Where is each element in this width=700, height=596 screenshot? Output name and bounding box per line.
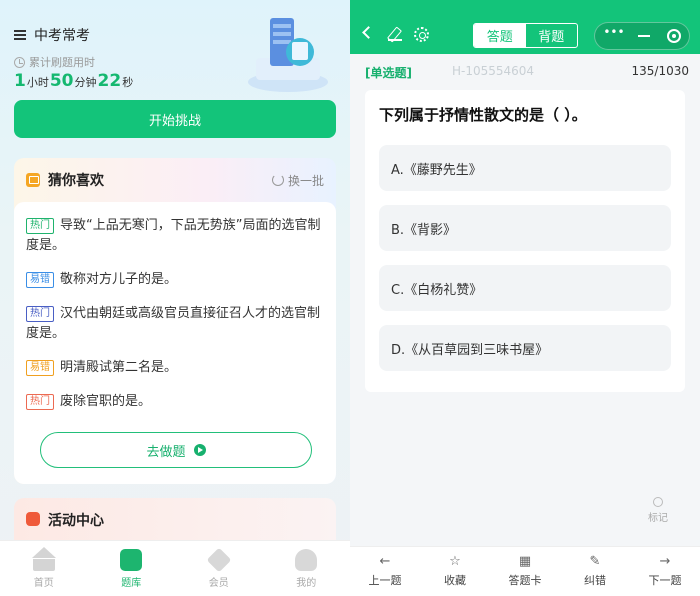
question-type: [单选题] [365,66,412,80]
arrow-left-icon: ← [379,553,391,569]
server-illustration-icon [248,18,328,92]
list-item-text: 废除官职的是。 [60,394,152,409]
header: 中考常考 [14,25,90,45]
tab-question-bank-label: 题库 [121,577,142,589]
report-error-button[interactable]: ✎ 纠错 [560,547,630,596]
timer-label: 累计刷题用时 [14,54,95,70]
favorite-label: 收藏 [444,573,466,587]
list-item[interactable]: 热门 废除官职的是。 [26,392,324,412]
bottom-tabbar: 首页 题库 会员 我的 [0,540,350,596]
recommend-icon [26,173,40,187]
list-item[interactable]: 易错 明清殿试第二名是。 [26,358,324,378]
timer-seconds: 22 [97,71,122,91]
arrow-right-icon: → [659,553,671,569]
option-d[interactable]: D.《从百草园到三味书屋》 [379,325,671,371]
recommend-title: 猜你喜欢 [48,173,104,189]
mark-button[interactable]: 标记 [648,497,668,524]
tab-answer-mode[interactable]: 答题 [474,24,526,47]
home-icon [31,546,56,571]
option-b[interactable]: B.《背影》 [379,205,671,251]
list-item-text: 汉代由朝廷或高级官员直接征召人才的选官制度是。 [26,306,321,341]
back-icon[interactable] [362,26,375,39]
tag-badge: 热门 [26,306,54,322]
timer-minutes-unit: 分钟 [74,76,97,89]
tab-vip-label: 会员 [208,577,229,589]
go-practice-button[interactable]: 去做题 [40,432,312,468]
question-id: H-105554604 [451,64,535,78]
refresh-icon [271,174,284,186]
pencil-icon[interactable] [388,27,402,41]
tab-question-bank[interactable]: 题库 [88,541,176,596]
play-icon [193,444,206,456]
prev-question-button[interactable]: ← 上一题 [350,547,420,596]
refresh-button[interactable]: 换一批 [271,172,324,189]
clock-icon [14,56,25,68]
tab-home-label: 首页 [33,577,54,589]
grid-icon: ▦ [518,553,532,569]
list-item[interactable]: 易错 敬称对方儿子的是。 [26,270,324,290]
activity-icon [26,512,40,526]
right-pane: 答题 背题 [单选题] H-105554604 135/1030 下列属于抒情性… [350,0,700,596]
option-a[interactable]: A.《藤野先生》 [379,145,671,191]
activity-title: 活动中心 [48,513,104,529]
favorite-button[interactable]: ☆ 收藏 [420,547,490,596]
tab-home[interactable]: 首页 [0,541,88,596]
refresh-label: 换一批 [287,173,324,188]
next-question-label: 下一题 [648,573,682,587]
tag-badge: 易错 [26,272,54,288]
mark-icon [653,497,663,507]
left-pane: 中考常考 累计刷题用时 1 小时 50 分钟 22 秒 开始挑战 猜你喜欢 换一… [0,0,350,596]
header-title: 中考常考 [34,28,90,44]
question-text: 下列属于抒情性散文的是（ ）。 [379,106,587,124]
timer-seconds-unit: 秒 [122,76,134,89]
timer-label-text: 累计刷题用时 [29,56,95,69]
answer-sheet-button[interactable]: ▦ 答题卡 [490,547,560,596]
list-item-text: 明清殿试第二名是。 [60,360,178,375]
tab-profile[interactable]: 我的 [263,541,351,596]
timer-minutes: 50 [49,71,74,91]
mark-label: 标记 [648,513,668,524]
question-card: 下列属于抒情性散文的是（ ）。 A.《藤野先生》 B.《背影》 C.《白杨礼赞》… [365,90,685,392]
user-icon [295,548,318,571]
tab-vip[interactable]: 会员 [175,541,263,596]
prev-question-label: 上一题 [368,573,402,587]
question-bank-icon [120,548,143,571]
option-c[interactable]: C.《白杨礼赞》 [379,265,671,311]
miniapp-capsule [594,22,690,50]
tag-badge: 易错 [26,360,54,376]
question-meta: [单选题] H-105554604 135/1030 [365,64,689,81]
report-error-label: 纠错 [584,573,606,587]
start-challenge-button[interactable]: 开始挑战 [14,100,336,138]
next-question-button[interactable]: → 下一题 [630,547,700,596]
timer-hours: 1 [14,71,26,91]
edit-icon: ✎ [589,553,601,569]
tag-badge: 热门 [26,218,54,234]
minimize-icon[interactable] [637,35,650,37]
list-item[interactable]: 热门 导致“上品无寒门，下品无势族”局面的选官制度是。 [26,216,324,256]
more-dots-icon[interactable] [603,25,624,39]
menu-icon[interactable] [14,30,26,40]
mode-switch: 答题 背题 [473,23,578,48]
tag-badge: 热门 [26,394,54,410]
list-item[interactable]: 热门 汉代由朝廷或高级官员直接征召人才的选官制度是。 [26,304,324,344]
answer-sheet-label: 答题卡 [508,573,542,587]
gear-icon[interactable] [414,27,429,42]
star-icon: ☆ [449,553,461,569]
close-target-icon[interactable] [666,29,681,43]
go-practice-label: 去做题 [146,444,186,460]
question-progress: 135/1030 [631,64,690,78]
list-item-text: 导致“上品无寒门，下品无势族”局面的选官制度是。 [26,218,321,253]
recommend-card: 猜你喜欢 换一批 热门 导致“上品无寒门，下品无势族”局面的选官制度是。 易错 敬称… [14,158,336,484]
top-bar: 答题 背题 [350,0,700,54]
timer-hours-unit: 小时 [26,76,49,89]
list-item-text: 敬称对方儿子的是。 [60,272,178,287]
study-timer: 1 小时 50 分钟 22 秒 [14,71,133,91]
tab-recite-mode[interactable]: 背题 [526,24,578,47]
question-toolbar: ← 上一题 ☆ 收藏 ▦ 答题卡 ✎ 纠错 → 下一题 [350,546,700,596]
tab-profile-label: 我的 [296,577,317,589]
vip-icon [206,547,232,572]
